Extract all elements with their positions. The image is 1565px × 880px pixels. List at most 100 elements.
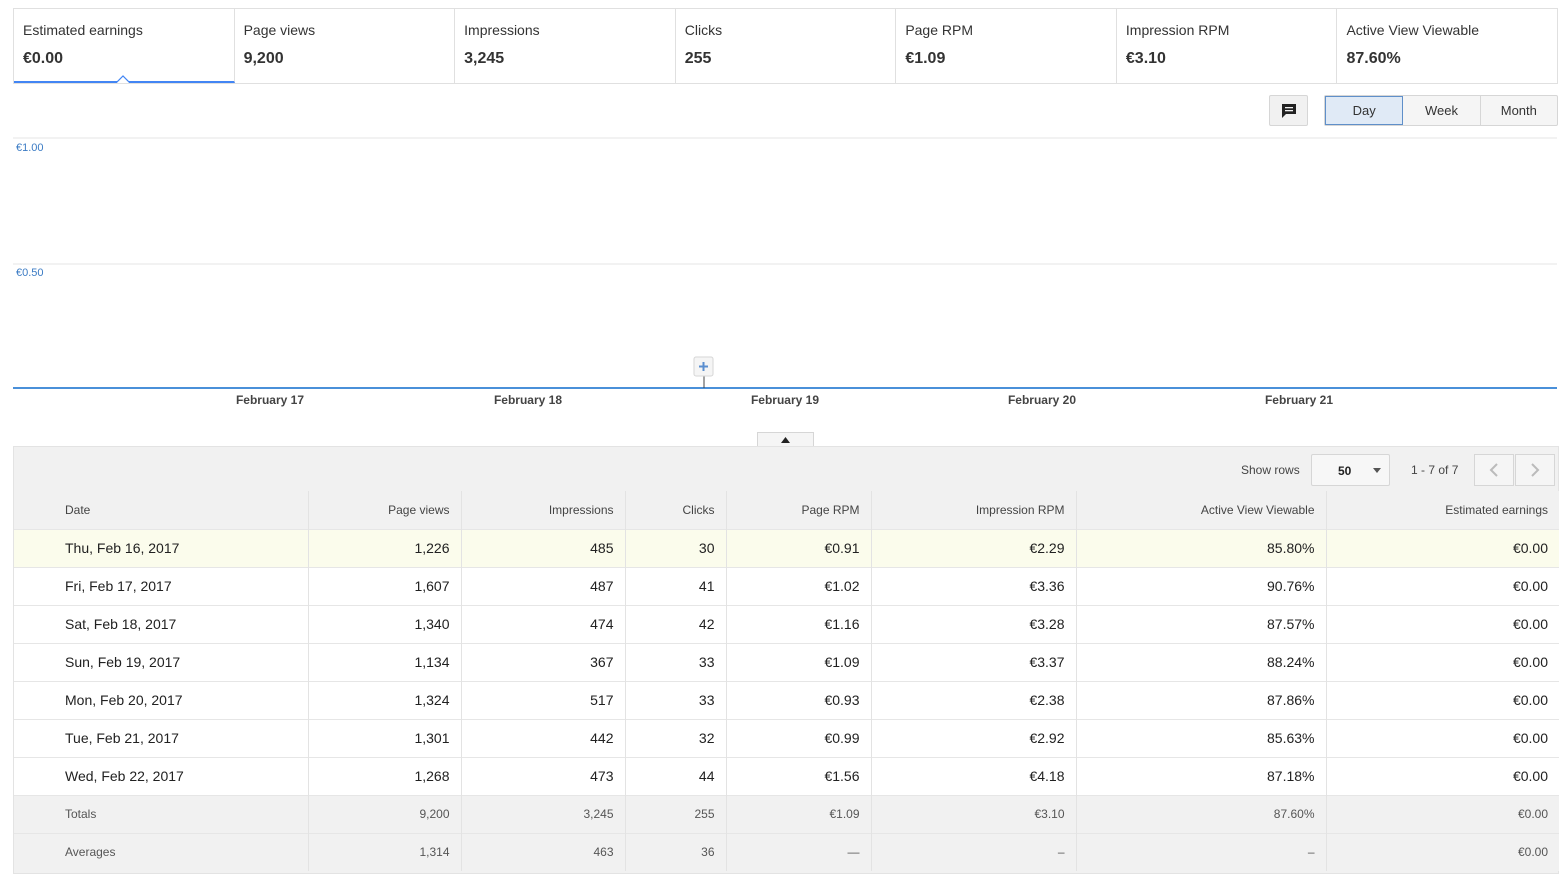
y-tick-label-mid: €0.50 — [16, 267, 44, 279]
metric-label: Page RPM — [905, 22, 974, 38]
totals-page-rpm: €1.09 — [726, 794, 872, 833]
table-row: Thu, Feb 16, 2017 1,226 485 30 €0.91 €2.… — [14, 528, 1559, 567]
clicks-cell: 33 — [625, 680, 727, 719]
active-view-cell: 88.24% — [1076, 642, 1327, 681]
table-header-row: Date Page views Impressions Clicks Page … — [14, 491, 1559, 529]
totals-impressions: 3,245 — [461, 794, 626, 833]
table-row: Tue, Feb 21, 2017 1,301 442 32 €0.99 €2.… — [14, 718, 1559, 757]
impression-rpm-cell: €3.37 — [871, 642, 1077, 681]
active-view-cell: 90.76% — [1076, 566, 1327, 605]
page-rpm-cell: €0.91 — [726, 528, 872, 567]
metric-tab-page-rpm[interactable]: Page RPM €1.09 — [896, 9, 1117, 83]
impressions-cell: 474 — [461, 604, 626, 643]
earnings-chart: €1.00 €0.50 February 17 February 18 Febr… — [0, 130, 1565, 420]
date-cell: Fri, Feb 17, 2017 — [14, 566, 309, 605]
estimated-earnings-cell: €0.00 — [1326, 680, 1559, 719]
metric-value: 87.60% — [1346, 50, 1401, 67]
column-header-active-view-viewable[interactable]: Active View Viewable — [1076, 491, 1327, 529]
column-header-page-views[interactable]: Page views — [308, 491, 462, 529]
page-rpm-cell: €0.99 — [726, 718, 872, 757]
impression-rpm-cell: €3.28 — [871, 604, 1077, 643]
column-header-estimated-earnings[interactable]: Estimated earnings — [1326, 491, 1559, 529]
pagination-range: 1 - 7 of 7 — [1411, 463, 1459, 477]
date-cell: Wed, Feb 22, 2017 — [14, 756, 309, 795]
rows-per-page-value: 50 — [1338, 464, 1352, 478]
x-tick-label: February 18 — [494, 393, 562, 407]
estimated-earnings-cell: €0.00 — [1326, 718, 1559, 757]
add-annotation-button[interactable] — [693, 356, 714, 377]
totals-row: Totals 9,200 3,245 255 €1.09 €3.10 87.60… — [14, 794, 1559, 833]
metric-label: Impressions — [464, 22, 540, 38]
page-views-cell: 1,607 — [308, 566, 462, 605]
column-header-impression-rpm[interactable]: Impression RPM — [871, 491, 1077, 529]
metric-value: 9,200 — [243, 50, 284, 67]
averages-label: Averages — [14, 832, 309, 871]
clicks-cell: 30 — [625, 528, 727, 567]
impression-rpm-cell: €4.18 — [871, 756, 1077, 795]
rows-per-page-select[interactable]: 50 — [1311, 454, 1390, 486]
period-day-button[interactable]: Day — [1325, 96, 1404, 125]
estimated-earnings-cell: €0.00 — [1326, 528, 1559, 567]
x-tick-label: February 20 — [1008, 393, 1076, 407]
date-cell: Mon, Feb 20, 2017 — [14, 680, 309, 719]
metric-value: 255 — [684, 50, 712, 67]
metric-tab-clicks[interactable]: Clicks 255 — [676, 9, 897, 83]
collapse-chart-button[interactable] — [757, 432, 814, 447]
column-header-date[interactable]: Date — [14, 491, 309, 529]
y-tick-label-top: €1.00 — [16, 142, 44, 154]
annotations-button[interactable] — [1269, 95, 1308, 126]
averages-page-rpm: — — [726, 832, 872, 871]
comment-icon — [1281, 103, 1296, 118]
metric-value: €0.00 — [23, 50, 64, 67]
totals-active-view: 87.60% — [1076, 794, 1327, 833]
page-views-cell: 1,324 — [308, 680, 462, 719]
show-rows-label: Show rows — [1241, 463, 1300, 477]
date-cell: Thu, Feb 16, 2017 — [14, 528, 309, 567]
chevron-right-icon — [1531, 463, 1540, 477]
metric-label: Page views — [243, 22, 316, 38]
caret-up-icon — [781, 437, 790, 443]
metric-tab-estimated-earnings[interactable]: Estimated earnings €0.00 — [14, 9, 235, 83]
page-rpm-cell: €1.02 — [726, 566, 872, 605]
column-header-page-rpm[interactable]: Page RPM — [726, 491, 872, 529]
date-cell: Sat, Feb 18, 2017 — [14, 604, 309, 643]
period-toggle: Day Week Month — [1324, 95, 1558, 126]
previous-page-button[interactable] — [1474, 454, 1514, 486]
date-cell: Sun, Feb 19, 2017 — [14, 642, 309, 681]
estimated-earnings-cell: €0.00 — [1326, 756, 1559, 795]
page-rpm-cell: €1.56 — [726, 756, 872, 795]
metric-tab-active-view-viewable[interactable]: Active View Viewable 87.60% — [1337, 9, 1557, 83]
period-month-button[interactable]: Month — [1481, 96, 1557, 125]
metric-tab-impression-rpm[interactable]: Impression RPM €3.10 — [1117, 9, 1338, 83]
table-row: Fri, Feb 17, 2017 1,607 487 41 €1.02 €3.… — [14, 566, 1559, 605]
metric-label: Clicks — [684, 22, 723, 38]
page-rpm-cell: €1.09 — [726, 642, 872, 681]
x-tick-label: February 17 — [236, 393, 304, 407]
x-tick-label: February 19 — [751, 393, 819, 407]
active-view-cell: 87.86% — [1076, 680, 1327, 719]
report-table-panel: Show rows 50 1 - 7 of 7 Date Page views … — [13, 446, 1559, 874]
metric-tab-impressions[interactable]: Impressions 3,245 — [455, 9, 676, 83]
column-header-clicks[interactable]: Clicks — [625, 491, 727, 529]
estimated-earnings-cell: €0.00 — [1326, 566, 1559, 605]
next-page-button[interactable] — [1515, 454, 1555, 486]
totals-label: Totals — [14, 794, 309, 833]
x-tick-label: February 21 — [1265, 393, 1333, 407]
totals-impression-rpm: €3.10 — [871, 794, 1077, 833]
table-row: Sat, Feb 18, 2017 1,340 474 42 €1.16 €3.… — [14, 604, 1559, 643]
clicks-cell: 32 — [625, 718, 727, 757]
table-row: Sun, Feb 19, 2017 1,134 367 33 €1.09 €3.… — [14, 642, 1559, 681]
date-cell: Tue, Feb 21, 2017 — [14, 718, 309, 757]
column-header-impressions[interactable]: Impressions — [461, 491, 626, 529]
impressions-cell: 367 — [461, 642, 626, 681]
active-view-cell: 87.57% — [1076, 604, 1327, 643]
page-rpm-cell: €0.93 — [726, 680, 872, 719]
metric-value: €1.09 — [905, 50, 946, 67]
clicks-cell: 41 — [625, 566, 727, 605]
active-view-cell: 85.63% — [1076, 718, 1327, 757]
impressions-cell: 517 — [461, 680, 626, 719]
period-week-button[interactable]: Week — [1403, 96, 1481, 125]
impression-rpm-cell: €2.29 — [871, 528, 1077, 567]
averages-page-views: 1,314 — [308, 832, 462, 871]
metric-tab-page-views[interactable]: Page views 9,200 — [235, 9, 456, 83]
